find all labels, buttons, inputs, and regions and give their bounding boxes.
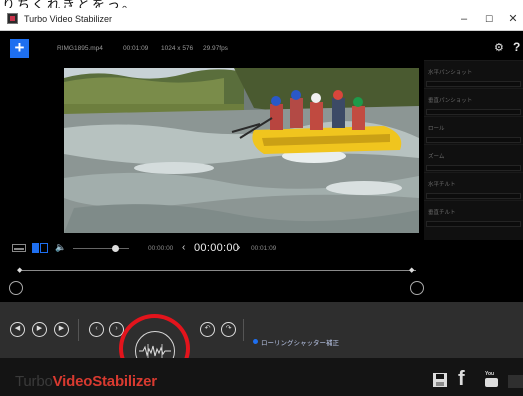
panel-slider[interactable] [426, 221, 521, 227]
logo-part-2: VideoStabilizer [52, 373, 157, 390]
app-window: Turbo Video Stabilizer – ☐ ✕ + RIMG1895.… [0, 8, 523, 396]
fit-view-icon[interactable] [12, 244, 26, 252]
gear-icon[interactable]: ⚙ [494, 43, 504, 54]
file-resolution: 1024 x 576 [161, 45, 194, 52]
trim-start-handle[interactable] [9, 281, 23, 295]
minimize-button[interactable]: – [450, 10, 478, 28]
video-frame-image [64, 68, 419, 233]
youtube-text: You [485, 371, 495, 377]
youtube-icon[interactable]: You [485, 371, 498, 388]
facebook-icon[interactable]: f [458, 369, 465, 389]
panel-label: 垂直パンショット [428, 98, 473, 104]
panel-label: 垂直チルト [428, 210, 456, 216]
app-logo-icon [7, 13, 18, 24]
panel-slider[interactable] [426, 109, 521, 115]
file-fps: 29.97fps [203, 45, 228, 52]
current-time: 00:00:00 [194, 242, 240, 254]
rewind-button[interactable]: ◀ [10, 322, 25, 337]
panel-label: ロール [428, 126, 445, 132]
previous-frame-button[interactable]: ‹ [182, 242, 185, 253]
step-back-button[interactable]: ‹ [89, 322, 104, 337]
window-title: Turbo Video Stabilizer [24, 14, 113, 24]
volume-slider[interactable] [73, 248, 129, 249]
share-icon[interactable] [508, 375, 523, 388]
trim-end-handle[interactable] [410, 281, 424, 295]
panel-slider[interactable] [426, 193, 521, 199]
separator [243, 319, 244, 341]
separator [78, 319, 79, 341]
title-bar: Turbo Video Stabilizer – ☐ ✕ [0, 8, 523, 31]
panel-label: 水平パンショット [428, 70, 473, 76]
rolling-shutter-label[interactable]: ローリングシャッター補正 [261, 337, 339, 347]
start-time: 00:00:00 [148, 245, 174, 252]
playback-control-row: 🔈 00:00:00 ‹ 00:00:00 › 00:01:09 [0, 241, 420, 257]
add-file-button[interactable]: + [10, 39, 29, 58]
top-text: りちくれきとをっ。 [2, 0, 138, 8]
panel-slider[interactable] [426, 137, 521, 143]
play-button[interactable]: ▶ [32, 322, 47, 337]
vertical-tilt-panel[interactable]: 垂直チルト [424, 200, 523, 240]
split-compare-icon[interactable] [32, 243, 48, 253]
save-icon[interactable] [433, 373, 447, 387]
logo-part-1: Turbo [15, 373, 53, 390]
rotate-left-button[interactable]: ↶ [200, 322, 215, 337]
volume-knob[interactable] [112, 245, 119, 252]
panel-slider[interactable] [426, 81, 521, 87]
next-frame-button[interactable]: › [237, 242, 240, 253]
help-icon[interactable]: ? [513, 41, 520, 53]
close-button[interactable]: ✕ [499, 10, 523, 28]
file-name: RIMG1895.mp4 [57, 45, 103, 52]
panel-label: 水平チルト [428, 182, 456, 188]
rolling-shutter-checkbox[interactable] [253, 339, 258, 344]
end-marker-icon[interactable]: ◆ [409, 267, 414, 274]
fast-forward-button[interactable]: ▶ [54, 322, 69, 337]
panel-label: ズーム [428, 154, 445, 160]
playhead-marker-icon[interactable]: ◆ [17, 267, 22, 274]
app-logo: TurboVideoStabilizer [15, 373, 157, 390]
panel-slider[interactable] [426, 165, 521, 171]
video-preview [64, 68, 419, 233]
speaker-icon[interactable]: 🔈 [55, 242, 66, 253]
rotate-right-button[interactable]: ↷ [221, 322, 236, 337]
file-duration: 00:01:09 [123, 45, 149, 52]
top-text-fragment: りちくれきとをっ。 [0, 0, 523, 8]
timeline-track[interactable] [22, 270, 416, 271]
end-time: 00:01:09 [251, 245, 277, 252]
